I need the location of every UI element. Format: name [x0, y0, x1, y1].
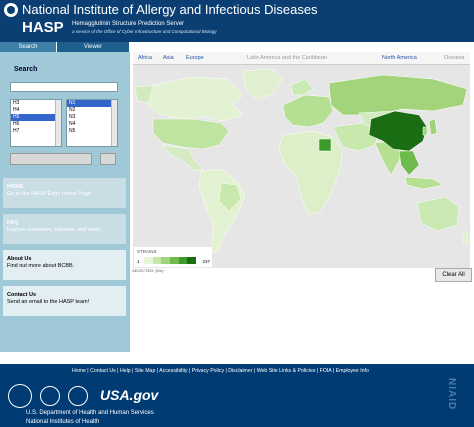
usagov-logo[interactable]: USA.gov	[100, 387, 158, 403]
footer-links[interactable]: Home | Contact Us | Help | Site Map | Ac…	[72, 368, 369, 374]
card-title: FAQ	[7, 220, 19, 226]
card-desc: Send an email to the HASP team!	[7, 299, 90, 305]
nih-seal-icon	[40, 386, 60, 406]
map-legend: STRAINS 1 237	[134, 247, 212, 267]
list-item[interactable]: N3	[67, 114, 117, 121]
hhs-seal-icon	[8, 384, 32, 408]
reset-button[interactable]	[100, 153, 116, 165]
submit-button[interactable]	[10, 153, 92, 165]
region-filter-bar: Africa Asia Europe Latin America and the…	[133, 52, 470, 65]
app-title: HASP	[22, 19, 64, 36]
scrollbar[interactable]	[111, 100, 117, 146]
contact-us-card[interactable]: Contact Us Send an email to the HASP tea…	[3, 286, 126, 316]
hhs-link[interactable]: U.S. Department of Health and Human Serv…	[26, 410, 154, 416]
card-title: HOME	[7, 184, 24, 190]
clear-all-button[interactable]: Clear All	[435, 268, 472, 282]
app-tagline: a service of the Office of Cyber Infrast…	[72, 29, 217, 34]
search-label: Search	[14, 66, 38, 73]
site-header: National Institute of Allergy and Infect…	[0, 0, 474, 42]
region-asia[interactable]: Asia	[163, 55, 174, 61]
selected-count: SELECTED: (0/n)	[132, 268, 164, 273]
search-input[interactable]	[10, 82, 118, 92]
n-subtype-list[interactable]: N1 N2 N3 N4 N5	[66, 99, 118, 147]
faq-card[interactable]: FAQ Explore overviews, tutorials, and mo…	[3, 214, 126, 244]
nih-link[interactable]: National Institutes of Health	[26, 419, 99, 425]
legend-swatch	[152, 257, 162, 264]
list-item[interactable]: N1	[67, 100, 117, 107]
list-item[interactable]: H7	[11, 128, 61, 135]
institute-name[interactable]: National Institute of Allergy and Infect…	[22, 2, 318, 17]
card-desc: Go to the HASP Entry Home Page.	[7, 191, 93, 197]
card-title: About Us	[7, 256, 32, 262]
legend-swatch	[178, 257, 188, 264]
legend-color-scale	[144, 257, 197, 264]
list-item[interactable]: H4	[11, 107, 61, 114]
region-oceania[interactable]: Oceania	[444, 55, 465, 61]
region-europe[interactable]: Europe	[186, 55, 204, 61]
list-item[interactable]: H5	[11, 114, 61, 121]
world-map[interactable]	[133, 65, 470, 268]
legend-swatch	[187, 257, 197, 264]
legend-swatch	[170, 257, 179, 264]
region-latin-america[interactable]: Latin America and the Caribbean	[247, 55, 327, 61]
list-item[interactable]: N4	[67, 121, 117, 128]
card-title: Contact Us	[7, 292, 37, 298]
world-map-svg	[134, 68, 468, 254]
list-item[interactable]: N5	[67, 128, 117, 135]
tab-viewer[interactable]: Viewer	[57, 42, 129, 52]
tab-search[interactable]: Search	[0, 42, 56, 52]
niaid-watermark: NIAID	[446, 378, 457, 411]
app-subtitle: Hemagglutinin Structure Prediction Serve…	[72, 21, 185, 27]
region-north-america[interactable]: North America	[382, 55, 417, 61]
scrollbar[interactable]	[55, 100, 61, 146]
legend-title: STRAINS	[137, 249, 157, 254]
h-subtype-list[interactable]: H3 H4 H5 H6 H7	[10, 99, 62, 147]
legend-max: 237	[202, 259, 210, 264]
card-desc: Find out more about BCBB.	[7, 263, 75, 269]
list-item[interactable]: H6	[11, 121, 61, 128]
list-item[interactable]: H3	[11, 100, 61, 107]
niaid-seal-icon	[68, 386, 88, 406]
region-africa[interactable]: Africa	[138, 55, 152, 61]
tab-bar: Search Viewer	[0, 42, 474, 52]
list-item[interactable]: N2	[67, 107, 117, 114]
legend-swatch	[144, 257, 153, 264]
home-card[interactable]: HOME Go to the HASP Entry Home Page.	[3, 178, 126, 208]
about-us-card[interactable]: About Us Find out more about BCBB.	[3, 250, 126, 280]
legend-min: 1	[137, 259, 140, 264]
sidebar: Search H3 H4 H5 H6 H7 N1 N2 N3 N4 N5 HOM…	[0, 52, 130, 352]
site-footer: Home | Contact Us | Help | Site Map | Ac…	[0, 364, 474, 427]
card-desc: Explore overviews, tutorials, and more.	[7, 227, 102, 233]
niaid-logo-icon	[4, 3, 18, 17]
legend-swatch	[161, 257, 171, 264]
